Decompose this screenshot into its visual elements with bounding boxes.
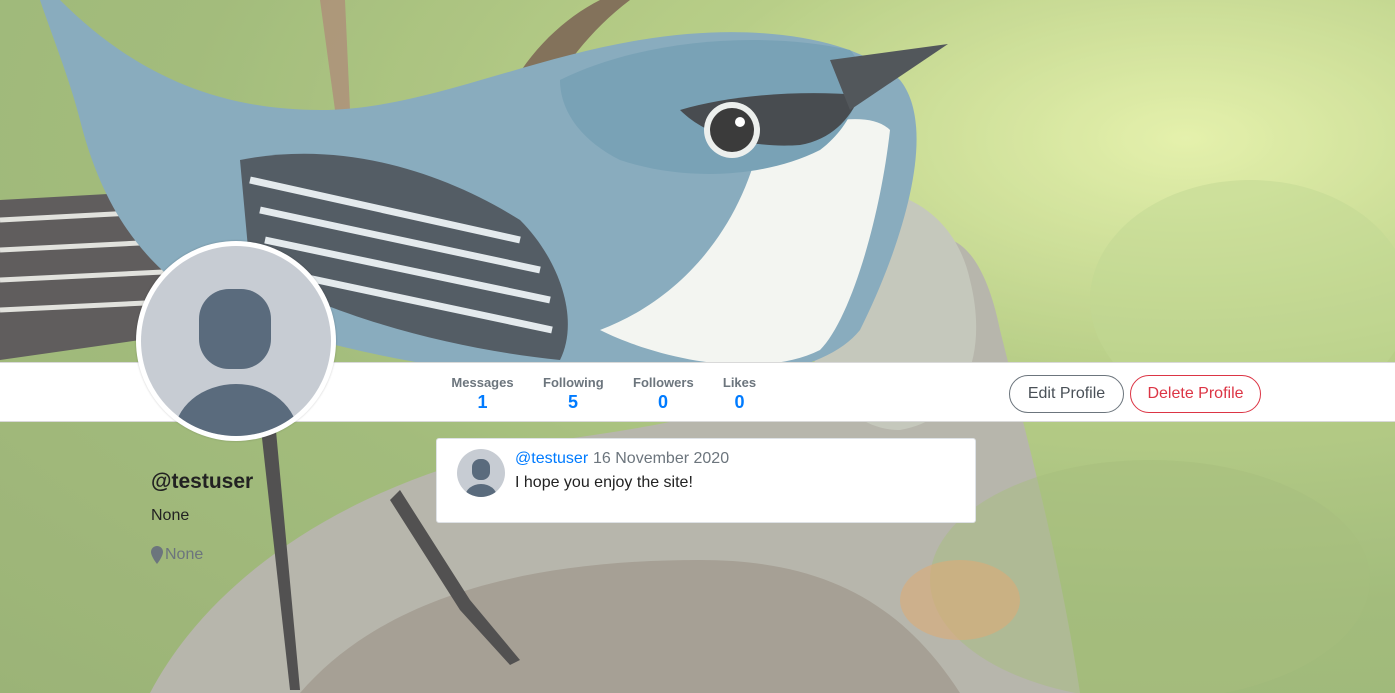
stat-value[interactable]: 1 — [451, 392, 514, 413]
user-silhouette-icon — [465, 459, 497, 497]
message-card: @testuser 16 November 2020 I hope you en… — [436, 438, 976, 523]
stat-messages[interactable]: Messages 1 — [451, 375, 514, 413]
profile-username: @testuser — [151, 470, 254, 493]
stat-value[interactable]: 0 — [722, 392, 757, 413]
stat-label: Likes — [722, 375, 757, 390]
message-username-link[interactable]: @testuser — [515, 450, 588, 468]
location-text: None — [165, 546, 204, 563]
stat-followers[interactable]: Followers 0 — [633, 375, 694, 413]
profile-bio: None — [151, 507, 190, 524]
message-avatar — [457, 449, 505, 497]
map-pin-icon — [151, 546, 163, 564]
stat-following[interactable]: Following 5 — [543, 375, 604, 413]
edit-profile-button[interactable]: Edit Profile — [1009, 375, 1124, 413]
stat-value[interactable]: 5 — [543, 392, 603, 413]
stat-value[interactable]: 0 — [633, 392, 693, 413]
stat-label: Following — [543, 375, 604, 390]
message-date: 16 November 2020 — [593, 450, 730, 467]
stat-label: Followers — [633, 375, 694, 390]
message-text: I hope you enjoy the site! — [515, 474, 693, 491]
avatar — [136, 241, 336, 441]
stat-label: Messages — [451, 375, 514, 390]
profile-location: None — [151, 546, 203, 564]
stat-likes[interactable]: Likes 0 — [722, 375, 757, 413]
delete-profile-button[interactable]: Delete Profile — [1130, 375, 1261, 413]
user-silhouette-icon — [174, 289, 298, 436]
